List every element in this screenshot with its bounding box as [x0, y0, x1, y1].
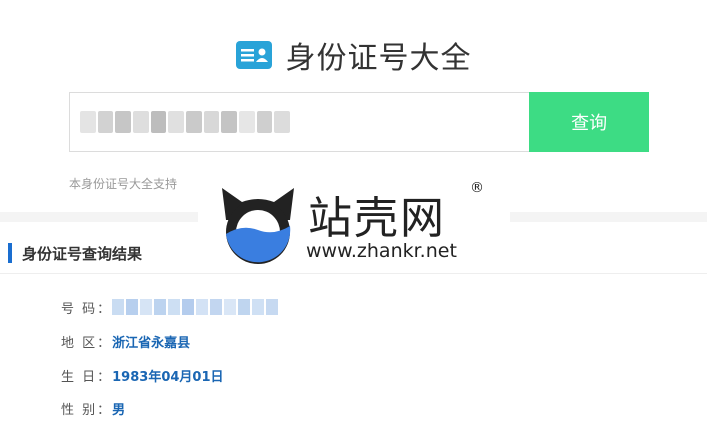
result-title: 身份证号查询结果	[22, 244, 143, 263]
watermark-url: www.zhankr.net	[306, 240, 457, 262]
result-row-gender: 性 别： 男	[61, 398, 125, 418]
cat-logo-icon	[218, 182, 298, 266]
page-title: 身份证号大全	[285, 41, 472, 76]
registered-mark: ®	[470, 180, 484, 196]
row-label: 生 日：	[61, 369, 113, 385]
region-value: 浙江省永嘉县	[112, 335, 191, 351]
result-row-birthday: 生 日： 1983年04月01日	[61, 365, 224, 385]
result-section-header: 身份证号查询结果	[8, 240, 142, 266]
page: 身份证号大全 查询 本身份证号大全支持 身份证号查询结果 号 码： 地 区： 浙…	[0, 0, 707, 447]
gender-value: 男	[112, 402, 126, 418]
page-header: 身份证号大全	[0, 32, 707, 78]
row-label: 地 区：	[61, 335, 113, 351]
search-button[interactable]: 查询	[529, 92, 649, 152]
row-label: 号 码：	[61, 301, 113, 317]
result-divider	[0, 273, 707, 274]
watermark-name: 站壳网	[308, 193, 446, 244]
section-accent-bar	[8, 243, 12, 263]
result-row-region: 地 区： 浙江省永嘉县	[61, 331, 190, 351]
birthday-value: 1983年04月01日	[112, 369, 224, 385]
watermark: 站壳网 ® www.zhankr.net	[198, 180, 510, 272]
tip-text: 本身份证号大全支持	[69, 177, 178, 191]
search-bar: 查询	[69, 92, 649, 152]
row-label: 性 别：	[61, 402, 113, 418]
obscured-input-value	[80, 111, 290, 133]
obscured-id-number	[112, 299, 279, 315]
id-number-input[interactable]	[69, 92, 530, 152]
result-row-number: 号 码：	[61, 297, 279, 317]
id-card-icon	[235, 41, 272, 69]
